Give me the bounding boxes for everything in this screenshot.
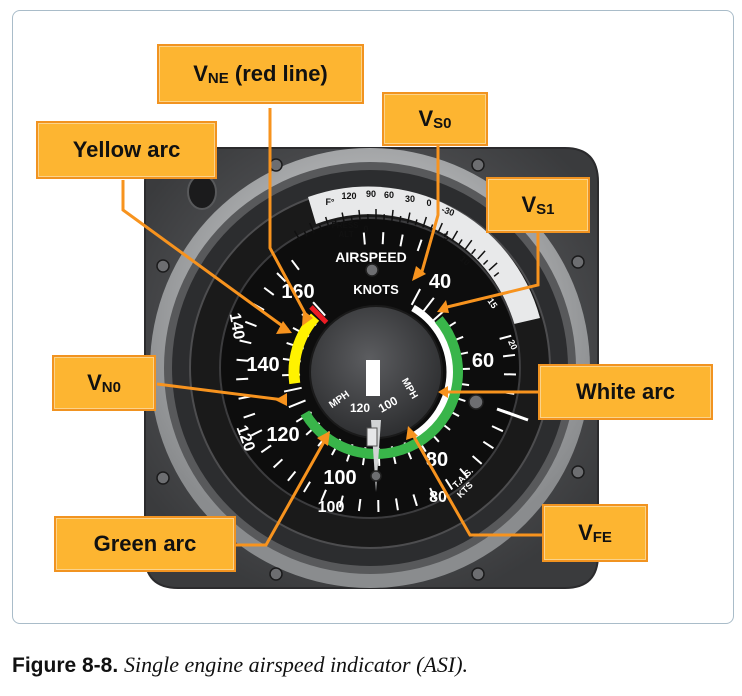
outer-tick [236, 377, 249, 381]
mph-numeral: 100 [318, 499, 345, 516]
callout-vs1: V S1 [486, 177, 590, 233]
callout-vne-suffix: (red line) [228, 61, 328, 86]
callout-white-arc: White arc [538, 364, 713, 420]
callout-yellow-arc: Yellow arc [36, 121, 217, 179]
temp-numeral: 120 [341, 191, 356, 201]
inner-numeral: 120 [350, 401, 370, 415]
press-alt-label: PRESS [331, 221, 359, 230]
callout-vno: V N0 [52, 355, 156, 411]
temp-numeral: 60 [384, 190, 394, 200]
caption-label: Figure 8-8. [12, 654, 119, 677]
callout-vfe-main: V [578, 520, 593, 545]
callout-vne: V NE (red line) [157, 44, 364, 104]
knots-numeral: 140 [246, 354, 279, 376]
knots-numeral: 40 [429, 271, 451, 293]
callout-vfe: V FE [542, 504, 648, 562]
temp-label: F° [325, 197, 334, 207]
callout-vs0: V S0 [382, 92, 488, 146]
callout-green-arc-label: Green arc [93, 531, 197, 556]
knots-numeral: 100 [323, 467, 356, 489]
pointer-needle [366, 360, 380, 396]
callout-vs0-main: V [418, 106, 434, 131]
temp-numeral: 90 [366, 189, 376, 199]
callout-vne-main: V [193, 61, 208, 86]
knots-numeral: 60 [472, 350, 494, 372]
knots-numeral: 120 [266, 424, 299, 446]
press-alt-label: ALT [339, 230, 354, 239]
callout-vne-sub: NE [207, 69, 229, 87]
callout-white-arc-label: White arc [575, 379, 676, 404]
temp-numeral: 30 [405, 194, 415, 204]
callout-vs1-sub: S1 [536, 200, 555, 218]
callout-yellow-arc-label: Yellow arc [72, 137, 181, 162]
outer-tick [381, 232, 385, 245]
callout-vs1-main: V [521, 192, 537, 217]
temp-numeral: 0 [426, 198, 431, 208]
callout-green-arc: Green arc [54, 516, 236, 572]
press-alt-numeral: 0 [363, 224, 368, 234]
airspeed-label: AIRSPEED [335, 249, 407, 265]
callout-vs0-sub: S0 [433, 114, 452, 132]
temp-tick [399, 215, 402, 222]
caption-description: Single engine airspeed indicator (ASI). [124, 652, 469, 677]
outer-tick [362, 232, 366, 245]
callout-vno-sub: N0 [101, 378, 121, 396]
callout-vfe-sub: FE [592, 528, 612, 546]
press-alt-numeral: 5 [443, 232, 448, 242]
mounting-hole [187, 174, 217, 210]
callout-vno-main: V [87, 370, 102, 395]
knots-numeral: 80 [426, 449, 448, 471]
figure-caption: Figure 8-8. Single engine airspeed indic… [12, 652, 468, 678]
knots-label: KNOTS [353, 282, 399, 297]
